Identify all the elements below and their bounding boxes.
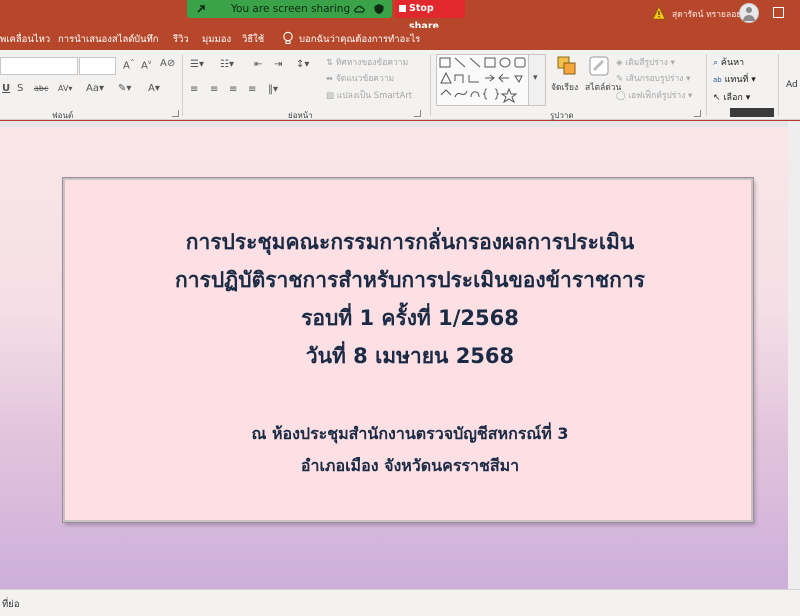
shape-fill-label: เติมสีรูปร่าง xyxy=(625,58,668,68)
stop-share-button[interactable]: Stop share xyxy=(395,0,465,32)
lightbulb-icon xyxy=(283,31,293,44)
slide-title-line-3: รอบที่ 1 ครั้งที่ 1/2568 xyxy=(301,306,519,330)
line-spacing-icon[interactable]: ↕▾ xyxy=(296,59,309,70)
tab-help[interactable]: วิธีใช้ xyxy=(242,32,264,47)
slide-location-line-1: ณ ห้องประชุมสำนักงานตรวจบัญชีสหกรณ์ที่ 3 xyxy=(251,424,569,443)
arrange-label[interactable]: จัดเรียง xyxy=(551,80,578,94)
shape-effects-button[interactable]: ◯ เอฟเฟ็กต์รูปร่าง ▾ xyxy=(616,88,692,102)
user-name[interactable]: สุดารัตน์ ทรายลอยน xyxy=(672,7,747,21)
align-left-icon[interactable]: ≡ xyxy=(190,84,198,95)
columns-icon[interactable]: ‖▾ xyxy=(268,84,278,95)
slide-title-line-1: การประชุมคณะกรรมการกลั่นกรองผลการประเมิน xyxy=(185,230,635,254)
text-direction-label: ทิศทางของข้อความ xyxy=(335,58,409,68)
status-bar: ที่ย่อ xyxy=(0,589,800,616)
align-right-icon[interactable]: ≡ xyxy=(229,84,237,95)
vertical-scrollbar[interactable] xyxy=(788,121,800,589)
select-label: เลือก xyxy=(723,93,743,103)
font-size-box[interactable] xyxy=(79,57,116,75)
group-divider xyxy=(430,54,431,116)
avatar[interactable] xyxy=(739,3,759,23)
slide-location-line-2: อำเภอเมือง จังหวัดนครราชสีมา xyxy=(300,456,520,475)
underline-icon[interactable]: U xyxy=(2,83,10,94)
font-color-icon[interactable]: A▾ xyxy=(148,83,160,94)
slide-title-line-4: วันที่ 8 เมษายน 2568 xyxy=(305,344,515,368)
find-label: ค้นหา xyxy=(720,58,745,68)
align-text-label: จัดแนวข้อความ xyxy=(335,74,395,84)
stop-icon xyxy=(399,5,406,12)
quick-styles-icon[interactable] xyxy=(588,55,610,77)
replace-button[interactable]: ab แทนที่ ▾ xyxy=(713,72,756,86)
shapes-gallery-more-button[interactable]: ▾ xyxy=(528,54,546,106)
chevron-down-icon: ▾ xyxy=(533,73,538,83)
cursor-icon: ↖ xyxy=(713,93,721,103)
group-divider xyxy=(706,54,707,116)
title-bar: You are screen sharing Stop share สุดารั… xyxy=(0,0,800,32)
strikethrough-icon[interactable]: S xyxy=(17,83,23,94)
group-divider xyxy=(182,54,183,116)
font-dialog-launcher-icon[interactable] xyxy=(172,110,179,117)
shape-effects-label: เอฟเฟ็กต์รูปร่าง xyxy=(628,91,686,101)
slide-title-box[interactable]: การประชุมคณะกรรมการกลั่นกรองผลการประเมิน… xyxy=(63,178,753,522)
align-text-button[interactable]: ⬌ จัดแนวข้อความ xyxy=(326,71,394,85)
screen-sharing-label: You are screen sharing xyxy=(231,3,351,15)
font-name-box[interactable] xyxy=(0,57,78,75)
share-icon xyxy=(197,5,205,13)
tab-view[interactable]: มุมมอง xyxy=(202,32,231,47)
shape-fill-button[interactable]: ◈ เติมสีรูปร่าง ▾ xyxy=(616,55,675,69)
restore-window-icon[interactable] xyxy=(773,7,784,18)
shield-icon[interactable] xyxy=(373,3,385,15)
tab-review[interactable]: รีวิว xyxy=(173,32,189,47)
tab-animations[interactable]: พเคลื่อนไหว xyxy=(0,32,50,47)
shrink-font-icon[interactable]: Av xyxy=(141,59,151,71)
justify-icon[interactable]: ≡ xyxy=(248,84,256,95)
group-divider xyxy=(778,54,779,116)
convert-smartart-label: แปลงเป็น SmartArt xyxy=(336,91,413,101)
addins-button[interactable]: Ad xyxy=(786,80,798,90)
shape-outline-button[interactable]: ✎ เส้นกรอบรูปร่าง ▾ xyxy=(616,71,690,85)
notes-label[interactable]: ที่ย่อ xyxy=(2,597,20,612)
strike-abc-icon[interactable]: abc xyxy=(34,84,48,93)
tell-me-search[interactable]: บอกฉันว่าคุณต้องการทำอะไร xyxy=(299,32,420,47)
highlight-icon[interactable]: ✎▾ xyxy=(118,83,131,94)
shape-outline-label: เส้นกรอบรูปร่าง xyxy=(625,74,684,84)
grow-font-icon[interactable]: A^ xyxy=(123,59,135,71)
cloud-icon[interactable] xyxy=(353,3,365,15)
slide-title-line-2: การปฏิบัติราชการสำหรับการประเมินของข้ารา… xyxy=(175,268,645,292)
screen-sharing-banner[interactable]: You are screen sharing xyxy=(187,0,392,18)
ribbon: A^ Av A⊘ U S abc AV▾ Aa▾ ✎▾ A▾ ฟอนต์ ☰▾ … xyxy=(0,50,800,120)
decrease-indent-icon[interactable]: ⇤ xyxy=(254,59,262,70)
ribbon-tabs: พเคลื่อนไหว การนำเสนองสไลด์ บันทึก รีวิว… xyxy=(0,28,800,50)
increase-indent-icon[interactable]: ⇥ xyxy=(274,59,282,70)
clear-format-icon[interactable]: A⊘ xyxy=(160,58,175,69)
numbering-icon[interactable]: ☷▾ xyxy=(220,59,234,70)
paragraph-dialog-launcher-icon[interactable] xyxy=(414,110,421,117)
text-direction-button[interactable]: ⇅ ทิศทางของข้อความ xyxy=(326,55,408,69)
bullets-icon[interactable]: ☰▾ xyxy=(190,59,204,70)
change-case-icon[interactable]: Aa▾ xyxy=(86,83,104,94)
replace-icon: ab xyxy=(713,76,722,84)
char-spacing-icon[interactable]: AV▾ xyxy=(58,84,72,93)
find-button[interactable]: ⌕ ค้นหา xyxy=(713,55,744,69)
redacted-label xyxy=(730,108,774,117)
replace-label: แทนที่ xyxy=(724,75,749,85)
select-button[interactable]: ↖ เลือก ▾ xyxy=(713,90,750,104)
arrange-icon[interactable] xyxy=(556,55,578,77)
convert-smartart-button[interactable]: ▧ แปลงเป็น SmartArt xyxy=(326,88,412,102)
warning-icon[interactable] xyxy=(652,6,666,20)
search-icon: ⌕ xyxy=(713,58,719,68)
drawing-dialog-launcher-icon[interactable] xyxy=(694,110,701,117)
tab-record[interactable]: บันทึก xyxy=(134,32,159,47)
tab-slideshow[interactable]: การนำเสนองสไลด์ xyxy=(58,32,134,47)
align-center-icon[interactable]: ≡ xyxy=(210,84,218,95)
